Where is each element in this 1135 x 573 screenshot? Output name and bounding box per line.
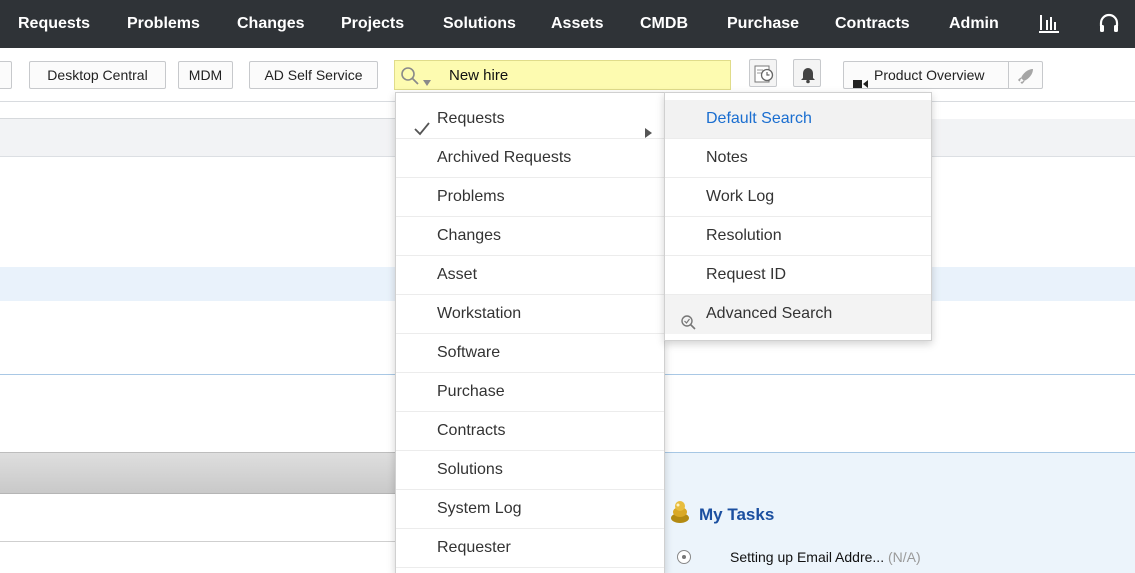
section-header-band-right xyxy=(932,119,1135,157)
menu-item-system-log[interactable]: System Log xyxy=(396,490,664,529)
menu-item-asset[interactable]: Asset xyxy=(396,256,664,295)
nav-changes[interactable]: Changes xyxy=(237,0,305,48)
nav-assets[interactable]: Assets xyxy=(551,0,603,48)
submenu-item-resolution[interactable]: Resolution xyxy=(665,217,931,256)
task-radio[interactable] xyxy=(677,550,691,564)
nav-requests[interactable]: Requests xyxy=(18,0,90,48)
nav-admin[interactable]: Admin xyxy=(949,0,999,48)
chevron-right-icon xyxy=(645,115,652,138)
top-navigation: Requests Problems Changes Projects Solut… xyxy=(0,0,1135,48)
menu-item-workstation[interactable]: Workstation xyxy=(396,295,664,334)
menu-item-solutions[interactable]: Solutions xyxy=(396,451,664,490)
submenu-item-work-log[interactable]: Work Log xyxy=(665,178,931,217)
menu-item-label: Contracts xyxy=(437,422,506,439)
mdm-button[interactable]: MDM xyxy=(178,61,233,89)
my-tasks-title: My Tasks xyxy=(699,505,775,524)
submenu-item-advanced-search[interactable]: Advanced Search xyxy=(665,295,931,334)
menu-item-purchase[interactable]: Purchase xyxy=(396,373,664,412)
my-tasks-panel: My Tasks Setting up Email Addre... (N/A) xyxy=(655,452,1135,573)
submenu-item-label: Notes xyxy=(706,149,748,166)
task-item-note: (N/A) xyxy=(887,549,921,565)
menu-item-archived-requests[interactable]: Archived Requests xyxy=(396,139,664,178)
submenu-item-notes[interactable]: Notes xyxy=(665,139,931,178)
notifications-button[interactable] xyxy=(793,59,821,87)
search-box[interactable] xyxy=(394,60,731,90)
product-overview-button[interactable]: Product Overview xyxy=(843,61,1043,89)
menu-item-label: Requester xyxy=(437,539,511,556)
menu-item-label: Software xyxy=(437,344,501,361)
toolbar-edge-button[interactable] xyxy=(0,61,12,89)
tasks-icon xyxy=(667,499,693,525)
submenu-item-request-id[interactable]: Request ID xyxy=(665,256,931,295)
search-input[interactable] xyxy=(449,63,719,87)
menu-item-label: System Log xyxy=(437,500,522,517)
section-divider xyxy=(0,541,395,542)
button-divider xyxy=(1008,61,1009,89)
product-overview-label: Product Overview xyxy=(874,67,985,83)
menu-item-label: Archived Requests xyxy=(437,149,572,166)
submenu-item-label: Request ID xyxy=(706,266,787,283)
headset-icon[interactable] xyxy=(1097,12,1121,36)
menu-item-software[interactable]: Software xyxy=(396,334,664,373)
nav-purchase[interactable]: Purchase xyxy=(727,0,799,48)
menu-item-label: Solutions xyxy=(437,461,503,478)
menu-item-label: Purchase xyxy=(437,383,505,400)
nav-cmdb[interactable]: CMDB xyxy=(640,0,688,48)
menu-item-label: Problems xyxy=(437,188,505,205)
submenu-item-label: Default Search xyxy=(706,110,812,127)
nav-contracts[interactable]: Contracts xyxy=(835,0,910,48)
bar-chart-icon[interactable] xyxy=(1037,12,1061,36)
section-header-band xyxy=(0,119,395,157)
highlight-row xyxy=(0,267,395,301)
menu-item-changes[interactable]: Changes xyxy=(396,217,664,256)
search-type-submenu: Default Search Notes Work Log Resolution… xyxy=(664,92,932,341)
grey-panel-header xyxy=(0,452,395,494)
advanced-search-icon xyxy=(680,307,696,330)
check-icon xyxy=(414,113,430,136)
menu-item-label: Requests xyxy=(437,110,505,127)
task-item-text: Setting up Email Addre... xyxy=(730,549,885,565)
menu-item-problems[interactable]: Problems xyxy=(396,178,664,217)
history-button[interactable] xyxy=(749,59,777,87)
submenu-item-label: Resolution xyxy=(706,227,782,244)
submenu-item-label: Work Log xyxy=(706,188,775,205)
menu-item-label: Changes xyxy=(437,227,502,244)
submenu-item-default-search[interactable]: Default Search xyxy=(665,100,931,139)
menu-item-label: Workstation xyxy=(437,305,522,322)
search-icon[interactable] xyxy=(399,65,421,87)
chevron-down-icon[interactable] xyxy=(423,73,431,86)
ad-self-service-button[interactable]: AD Self Service xyxy=(249,61,378,89)
task-item[interactable]: Setting up Email Addre... (N/A) xyxy=(730,549,921,565)
nav-problems[interactable]: Problems xyxy=(127,0,200,48)
nav-projects[interactable]: Projects xyxy=(341,0,404,48)
nav-solutions[interactable]: Solutions xyxy=(443,0,516,48)
menu-item-requester[interactable]: Requester xyxy=(396,529,664,568)
submenu-item-label: Advanced Search xyxy=(706,305,833,322)
rocket-icon[interactable] xyxy=(1017,67,1035,93)
menu-item-requests[interactable]: Requests xyxy=(396,100,664,139)
desktop-central-button[interactable]: Desktop Central xyxy=(29,61,166,89)
menu-item-label: Asset xyxy=(437,266,478,283)
highlight-row-right xyxy=(932,267,1135,301)
search-module-menu: Requests Archived Requests Problems Chan… xyxy=(395,92,665,573)
menu-item-contracts[interactable]: Contracts xyxy=(396,412,664,451)
